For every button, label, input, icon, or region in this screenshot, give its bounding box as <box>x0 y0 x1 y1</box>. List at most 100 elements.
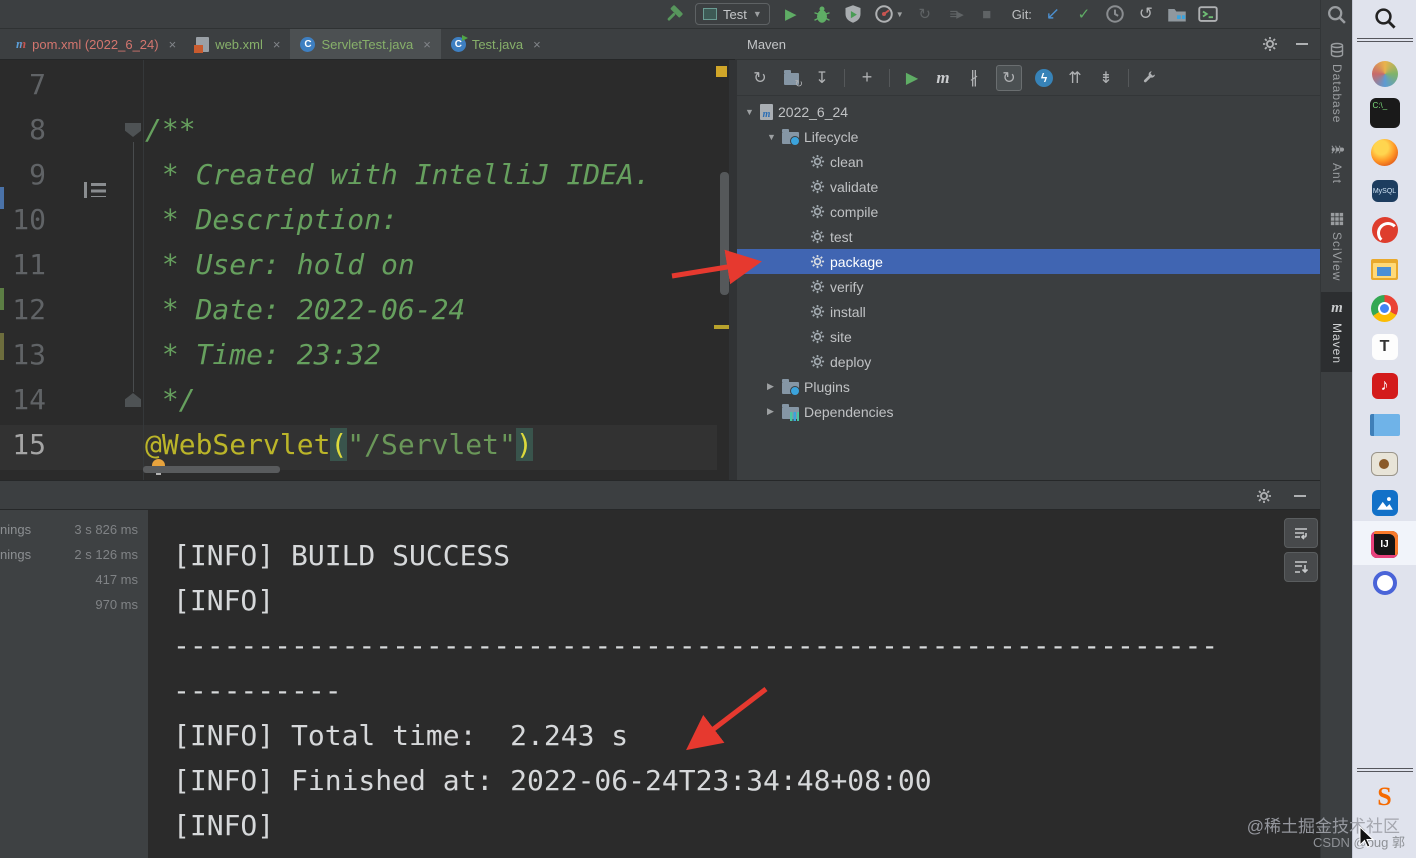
maven-settings-wrench-icon[interactable] <box>1142 68 1157 88</box>
chevron-down-icon[interactable]: ▼ <box>745 107 755 117</box>
project-folders-icon[interactable] <box>1167 4 1187 24</box>
line-number: 11 <box>12 248 46 281</box>
taskbar-icon-cmd[interactable]: C:\_ <box>1369 98 1400 128</box>
maven-goal-site[interactable]: site <box>737 324 1320 349</box>
tab-servlettest-java[interactable]: C ServletTest.java × <box>290 29 441 59</box>
taskbar-icon-firefox[interactable] <box>1370 137 1400 167</box>
git-update-button[interactable]: ↙ <box>1043 4 1063 24</box>
close-icon[interactable]: × <box>169 37 177 52</box>
maven-tree-item-lifecycle[interactable]: ▼ Lifecycle <box>737 124 1320 149</box>
goal-gear-icon <box>810 304 825 319</box>
code-editor[interactable]: 7 8 9 10 11 12 13 14 15 /** * Created wi… <box>0 60 735 480</box>
reload-settings-toggle-selected[interactable]: ↻ <box>996 64 1022 91</box>
lifecycle-folder-icon <box>782 128 800 146</box>
close-icon[interactable]: × <box>423 37 431 52</box>
console-line: ---------- <box>173 674 342 707</box>
taskbar-icon-blue-circle-app[interactable] <box>1370 568 1400 598</box>
maven-panel-title: Maven <box>747 36 787 52</box>
tool-window-tab-maven-active[interactable]: m Maven <box>1321 292 1353 373</box>
taskbar-icon-photos[interactable] <box>1370 488 1400 518</box>
generate-sources-folder-icon[interactable]: ↻ <box>782 68 803 90</box>
windows-taskbar: C:\_ MySQL T ♪ IJ S <box>1352 0 1416 858</box>
taskbar-icon-netease-music[interactable]: ♪ <box>1370 371 1400 401</box>
collapse-all-icon[interactable]: ⇟ <box>1097 68 1115 88</box>
fold-region-end-icon[interactable] <box>125 393 141 407</box>
debug-button[interactable] <box>812 4 832 24</box>
minimize-icon[interactable] <box>1296 43 1308 45</box>
taskbar-icon-coffee-app[interactable] <box>1370 449 1400 479</box>
gear-icon[interactable] <box>1256 488 1272 504</box>
profiler-icon <box>874 4 894 24</box>
horizontal-scrollbar[interactable] <box>143 466 280 473</box>
comment-structure-icon[interactable] <box>84 182 109 198</box>
build-step-row[interactable]: nings 3 s 826 ms <box>0 517 148 542</box>
tab-web-xml[interactable]: web.xml × <box>186 29 290 59</box>
goal-gear-icon <box>810 329 825 344</box>
build-step-row[interactable]: 970 ms <box>0 592 148 617</box>
chevron-down-icon[interactable]: ▼ <box>767 132 777 142</box>
maven-goal-test[interactable]: test <box>737 224 1320 249</box>
taskbar-icon-red-spiral-app[interactable] <box>1370 215 1400 245</box>
taskbar-search-icon[interactable] <box>1373 6 1397 30</box>
reimport-maven-icon[interactable]: ↻ <box>751 68 769 88</box>
taskbar-icon-intellij-idea-active[interactable]: IJ <box>1370 529 1400 559</box>
run-maven-build-icon[interactable]: ▶ <box>903 68 921 88</box>
warning-stripe-mark[interactable] <box>716 66 727 77</box>
build-step-row[interactable]: nings 2 s 126 ms <box>0 542 148 567</box>
search-icon[interactable] <box>1326 4 1347 25</box>
editor-maven-splitter[interactable] <box>729 60 737 480</box>
run-with-coverage-button[interactable] <box>843 4 863 24</box>
taskbar-icon-mysql-console[interactable]: MySQL <box>1370 176 1400 206</box>
maven-tree-item-plugins[interactable]: ▶ Plugins <box>737 374 1320 399</box>
taskbar-icon-paint[interactable] <box>1370 59 1400 89</box>
maven-goal-verify[interactable]: verify <box>737 274 1320 299</box>
build-console-output[interactable]: [INFO] BUILD SUCCESS [INFO] ------------… <box>148 510 1320 858</box>
scroll-to-end-button[interactable] <box>1284 552 1318 582</box>
build-hammer-icon[interactable] <box>664 4 684 24</box>
vertical-scrollbar[interactable] <box>720 172 729 295</box>
close-icon[interactable]: × <box>273 37 281 52</box>
fold-region-start-icon[interactable] <box>125 123 141 137</box>
expand-all-icon[interactable]: ⇈ <box>1066 68 1084 88</box>
tab-test-java[interactable]: C Test.java × <box>441 29 551 59</box>
tab-pom-xml[interactable]: m pom.xml (2022_6_24) × <box>6 29 186 59</box>
offline-mode-icon[interactable]: ϟ <box>1035 68 1053 87</box>
tool-window-tab-database[interactable]: Database <box>1321 42 1353 123</box>
database-icon <box>1329 42 1345 58</box>
terminal-icon[interactable] <box>1198 4 1218 24</box>
rollback-button[interactable]: ↺ <box>1136 4 1156 24</box>
maven-goal-validate[interactable]: validate <box>737 174 1320 199</box>
chevron-right-icon[interactable]: ▶ <box>767 381 777 392</box>
maven-goal-clean[interactable]: clean <box>737 149 1320 174</box>
main-toolbar: Test ▼ ▶ ▼ ↻ ≡▸ ■ Git: ↙ ✓ ↺ <box>0 0 1352 29</box>
maven-tree-item-dependencies[interactable]: ▶ Dependencies <box>737 399 1320 424</box>
run-button[interactable]: ▶ <box>781 4 801 24</box>
tool-window-tab-sciview[interactable]: SciView <box>1321 212 1353 281</box>
taskbar-icon-dictionary[interactable] <box>1369 410 1400 440</box>
maven-goal-install[interactable]: install <box>737 299 1320 324</box>
download-sources-icon[interactable]: ↧ <box>813 68 831 88</box>
taskbar-icon-file-explorer[interactable] <box>1370 254 1400 284</box>
git-commit-button[interactable]: ✓ <box>1074 4 1094 24</box>
chevron-right-icon[interactable]: ▶ <box>767 406 777 417</box>
warning-stripe-mark[interactable] <box>714 325 729 329</box>
taskbar-icon-typora[interactable]: T <box>1370 332 1400 362</box>
taskbar-icon-sogou[interactable]: S <box>1370 782 1400 812</box>
maven-goal-package-selected[interactable]: package <box>737 249 1320 274</box>
add-maven-project-icon[interactable]: + <box>858 67 876 88</box>
maven-goal-compile[interactable]: compile <box>737 199 1320 224</box>
gear-icon[interactable] <box>1262 36 1278 52</box>
maven-tree-item-project[interactable]: ▼ m 2022_6_24 <box>737 99 1320 124</box>
build-step-row[interactable]: 417 ms <box>0 567 148 592</box>
soft-wrap-button[interactable] <box>1284 518 1318 548</box>
taskbar-icon-chrome[interactable] <box>1370 293 1400 323</box>
run-configuration-select[interactable]: Test ▼ <box>695 3 770 25</box>
profiler-button[interactable]: ▼ <box>874 4 904 24</box>
close-icon[interactable]: × <box>533 37 541 52</box>
maven-goal-deploy[interactable]: deploy <box>737 349 1320 374</box>
skip-tests-icon[interactable]: ∦ <box>965 68 983 88</box>
execute-maven-goal-icon[interactable]: m <box>934 68 952 88</box>
history-button[interactable] <box>1105 4 1125 24</box>
minimize-icon[interactable] <box>1294 495 1306 497</box>
tool-window-tab-ant[interactable]: Ant <box>1321 142 1353 184</box>
